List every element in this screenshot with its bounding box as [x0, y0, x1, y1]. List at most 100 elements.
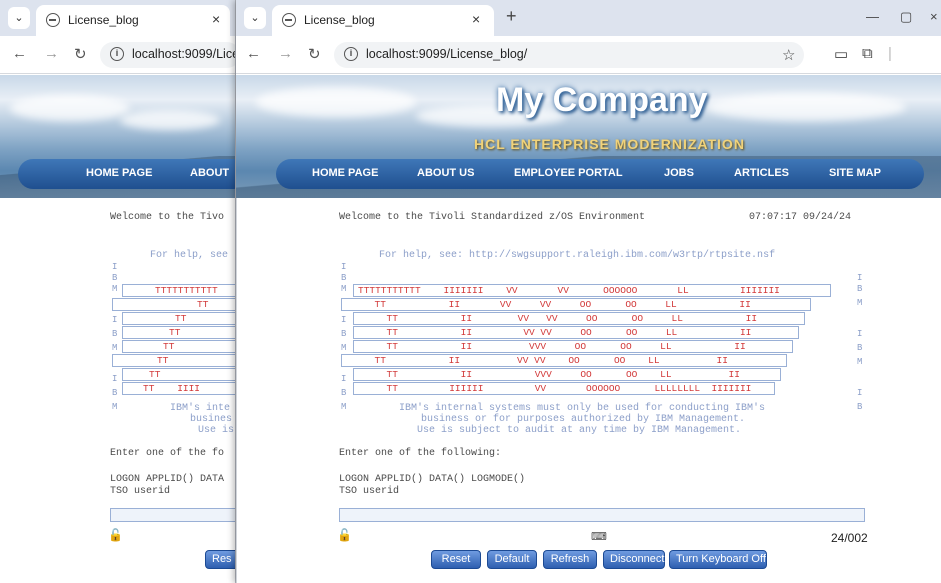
forward-arrow-icon[interactable]: → — [44, 45, 59, 62]
logo-row: TT II VV VV OO OO LL II — [341, 354, 787, 367]
logo-row: TT II VV VV OO OO LL II — [353, 312, 805, 325]
new-tab-icon[interactable]: + — [506, 6, 517, 27]
nav-jobs[interactable]: JOBS — [664, 167, 694, 179]
side-char: B — [857, 402, 863, 412]
disconnect-button[interactable]: Disconnect — [603, 550, 665, 569]
tab-bar: ⌄ License_blog × + — ▢ × — [236, 0, 941, 36]
command-input[interactable] — [110, 508, 235, 522]
nav-about-us[interactable]: ABOUT US — [417, 167, 474, 179]
reset-button[interactable]: Reset — [431, 550, 481, 569]
logo-row-text: TT II VV VV OO OO LL II — [346, 355, 728, 366]
logo-row: TTTTTTTTTTT — [122, 284, 235, 297]
minimize-icon[interactable]: — — [866, 9, 879, 24]
nav-menu: HOME PAGE ABOUT — [18, 159, 235, 189]
side-char: B — [857, 284, 863, 294]
logo-row-text: TT II VVV OO OO LL II — [358, 341, 746, 352]
side-char: M — [341, 284, 347, 294]
nav-home[interactable]: HOME PAGE — [312, 167, 378, 179]
refresh-button[interactable]: Refresh — [543, 550, 597, 569]
default-button[interactable]: Default — [487, 550, 537, 569]
close-tab-icon[interactable]: × — [472, 11, 480, 27]
logo-row: TT — [122, 312, 235, 325]
extensions-icon[interactable]: ⧉ — [862, 45, 873, 62]
logon-line: LOGON APPLID() DATA() LOGMODE() — [339, 474, 526, 485]
logo-row-text: TTTTTTTTTTT — [155, 285, 218, 296]
back-arrow-icon[interactable]: ← — [246, 45, 261, 62]
back-arrow-icon[interactable]: ← — [12, 45, 27, 62]
clock-text: 07:07:17 09/24/24 — [749, 212, 852, 223]
side-char: B — [341, 273, 347, 283]
browser-tab[interactable]: License_blog × — [36, 5, 230, 36]
logon-line: LOGON APPLID() DATA — [110, 474, 225, 485]
tab-search-button[interactable]: ⌄ — [244, 7, 266, 29]
logo-row: TT — [122, 326, 235, 339]
cast-icon[interactable]: ▭ — [834, 45, 848, 63]
tso-line: TSO userid — [110, 486, 171, 497]
logo-row-text: TT II VVV OO OO LL II — [358, 369, 740, 380]
page-viewport: My Company HCL ENTERPRISE MODERNIZATION … — [236, 75, 941, 583]
welcome-line: Welcome to the Tivoli Standardized z/OS … — [339, 212, 646, 223]
command-input[interactable] — [339, 508, 865, 522]
nav-employee-portal[interactable]: EMPLOYEE PORTAL — [514, 167, 623, 179]
logo-row-text: TT II VV VV OO OO LL II — [358, 327, 752, 338]
msg-line: Use is — [198, 425, 235, 436]
close-window-icon[interactable]: × — [930, 9, 938, 24]
header-banner: My Company HCL ENTERPRISE MODERNIZATION … — [236, 75, 941, 198]
logo-row: TTTTTTTTTTT IIIIIII VV VV OOOOOO LL IIII… — [353, 284, 831, 297]
lock-icon: 🔓 — [337, 528, 352, 542]
tab-title: License_blog — [68, 13, 139, 27]
enter-prompt: Enter one of the fo — [110, 448, 225, 459]
lock-icon: 🔓 — [108, 528, 123, 542]
side-char: M — [341, 402, 347, 412]
logo-row: TT II VVV OO OO LL II — [353, 340, 793, 353]
company-tagline: HCL ENTERPRISE MODERNIZATION — [474, 136, 745, 152]
nav-site-map[interactable]: SITE MAP — [829, 167, 881, 179]
nav-home[interactable]: HOME PAGE — [86, 167, 152, 179]
logo-row-text: TT — [197, 299, 209, 310]
logo-row: TT IIII — [122, 382, 235, 395]
side-char: I — [112, 315, 118, 325]
url-field[interactable]: i localhost:9099/License_blog/ ☆ — [334, 42, 804, 68]
side-char: B — [112, 388, 118, 398]
logo-row: TT IIIIII VV OOOOOO LLLLLLLL IIIIIII — [353, 382, 775, 395]
reset-button[interactable]: Res — [205, 550, 235, 569]
site-info-icon[interactable]: i — [344, 47, 358, 61]
logo-row-text: TT IIII — [143, 383, 201, 394]
side-char: B — [857, 343, 863, 353]
cloud — [706, 93, 906, 121]
logo-row-text: TT — [169, 327, 181, 338]
msg-line: Use is subject to audit at any time by I… — [417, 425, 742, 436]
side-char: I — [857, 273, 863, 283]
side-char: I — [112, 374, 118, 384]
logo-row-text: TT — [149, 369, 161, 380]
browser-tab[interactable]: License_blog × — [272, 5, 494, 36]
site-info-icon[interactable]: i — [110, 47, 124, 61]
enter-prompt: Enter one of the following: — [339, 448, 502, 459]
nav-about[interactable]: ABOUT — [190, 167, 229, 179]
forward-arrow-icon[interactable]: → — [278, 45, 293, 62]
logo-row-text: TTTTTTTTTTT IIIIIII VV VV OOOOOO LL IIII… — [358, 285, 780, 296]
cloud — [256, 87, 416, 117]
maximize-icon[interactable]: ▢ — [900, 9, 912, 25]
welcome-line: Welcome to the Tivo — [110, 212, 225, 223]
tab-search-button[interactable]: ⌄ — [8, 7, 30, 29]
side-char: M — [857, 357, 863, 367]
close-tab-icon[interactable]: × — [212, 11, 220, 27]
front-browser-window: ⌄ License_blog × + — ▢ × ← → ↻ i localho… — [236, 0, 941, 583]
reload-icon[interactable]: ↻ — [308, 45, 321, 63]
msg-line: busines — [190, 414, 233, 425]
side-char: I — [857, 388, 863, 398]
nav-articles[interactable]: ARTICLES — [734, 167, 789, 179]
url-field[interactable]: i localhost:9099/Lice — [100, 42, 235, 68]
bookmark-star-icon[interactable]: ☆ — [782, 46, 795, 64]
turn-keyboard-off-button[interactable]: Turn Keyboard Off — [669, 550, 767, 569]
logo-row-text: TT IIIIII VV OOOOOO LLLLLLLL IIIIIII — [358, 383, 752, 394]
nav-menu: HOME PAGE ABOUT US EMPLOYEE PORTAL JOBS … — [276, 159, 924, 189]
msg-line: business or for purposes authorized by I… — [421, 414, 746, 425]
logo-row-text: TT — [157, 355, 169, 366]
side-char: M — [112, 284, 118, 294]
logo-row: TT II VVV OO OO LL II — [353, 368, 781, 381]
help-line: For help, see: http://swgsupport.raleigh… — [379, 250, 776, 261]
reload-icon[interactable]: ↻ — [74, 45, 87, 63]
logo-row: TT — [122, 368, 235, 381]
